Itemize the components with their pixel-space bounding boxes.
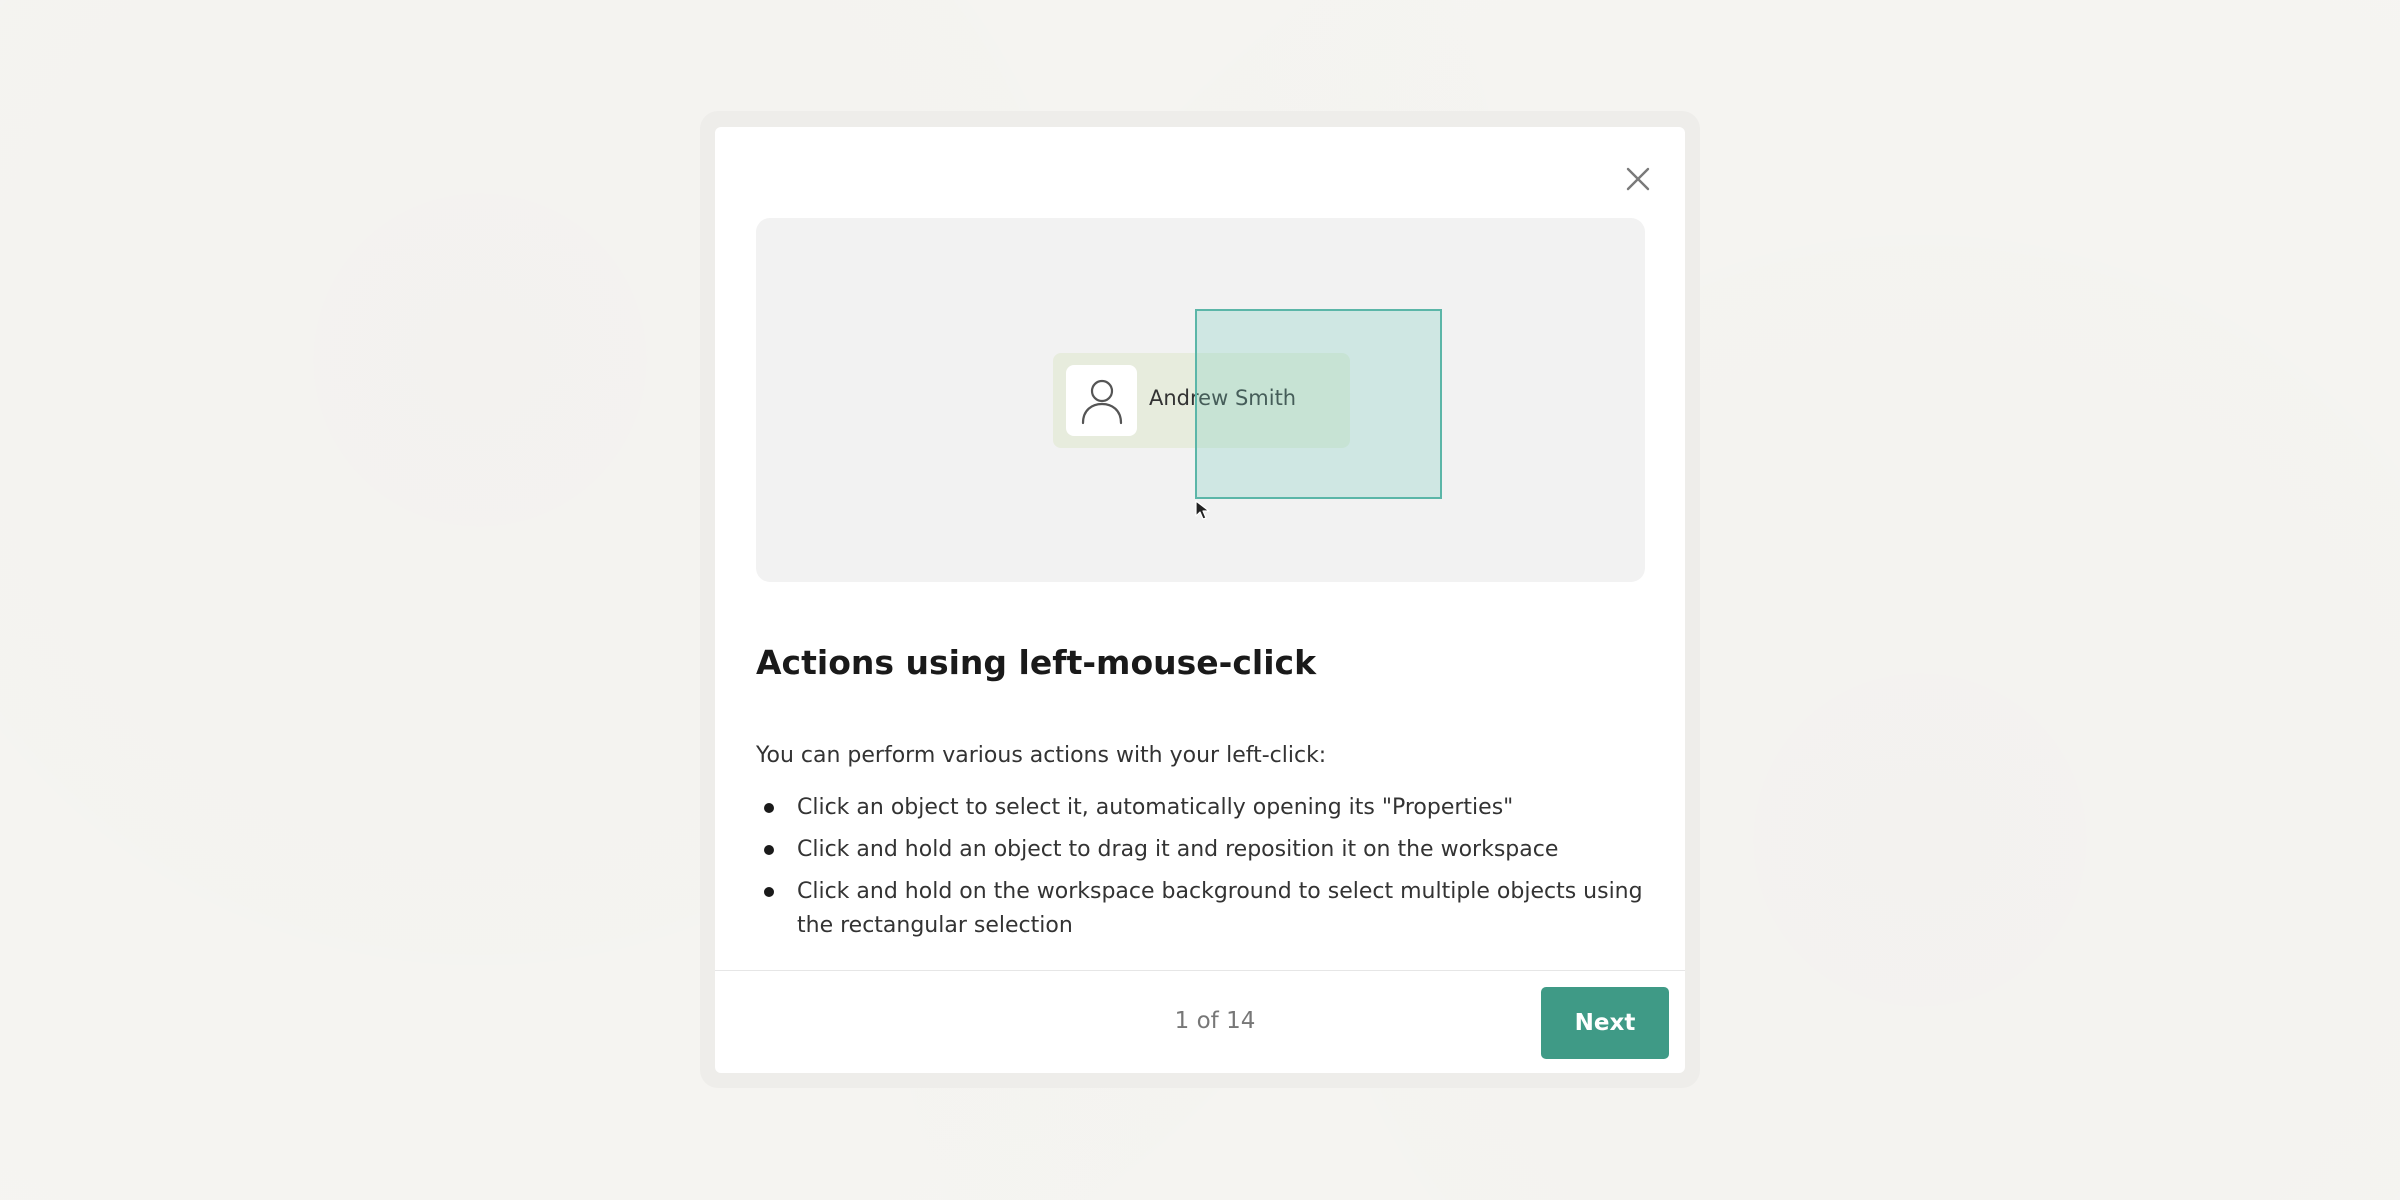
page-indicator: 1 of 14: [1174, 1008, 1256, 1034]
list-item-text: Click an object to select it, automatica…: [797, 795, 1514, 820]
tutorial-illustration: Andrew Smith: [756, 218, 1645, 582]
list-item: Click an object to select it, automatica…: [756, 791, 1646, 825]
close-button[interactable]: [1615, 156, 1661, 202]
list-item: Click and hold on the workspace backgrou…: [756, 875, 1646, 943]
avatar: [1066, 365, 1137, 436]
dialog-title: Actions using left-mouse-click: [756, 643, 1317, 682]
mouse-pointer-icon: [1195, 500, 1210, 520]
footer-divider: [715, 970, 1685, 971]
close-icon: [1626, 167, 1650, 191]
rectangular-selection: [1195, 309, 1442, 499]
bullet-icon: [764, 887, 774, 897]
list-item: Click and hold an object to drag it and …: [756, 833, 1646, 867]
user-icon: [1081, 379, 1122, 424]
bullet-icon: [764, 845, 774, 855]
dialog-intro: You can perform various actions with you…: [756, 743, 1327, 768]
bullet-icon: [764, 803, 774, 813]
list-item-text: Click and hold on the workspace backgrou…: [797, 879, 1643, 938]
next-button[interactable]: Next: [1541, 987, 1669, 1059]
list-item-text: Click and hold an object to drag it and …: [797, 837, 1559, 862]
instruction-list: Click an object to select it, automatica…: [756, 791, 1646, 951]
tutorial-dialog: Andrew Smith Actions using left-mouse-cl…: [715, 127, 1685, 1073]
